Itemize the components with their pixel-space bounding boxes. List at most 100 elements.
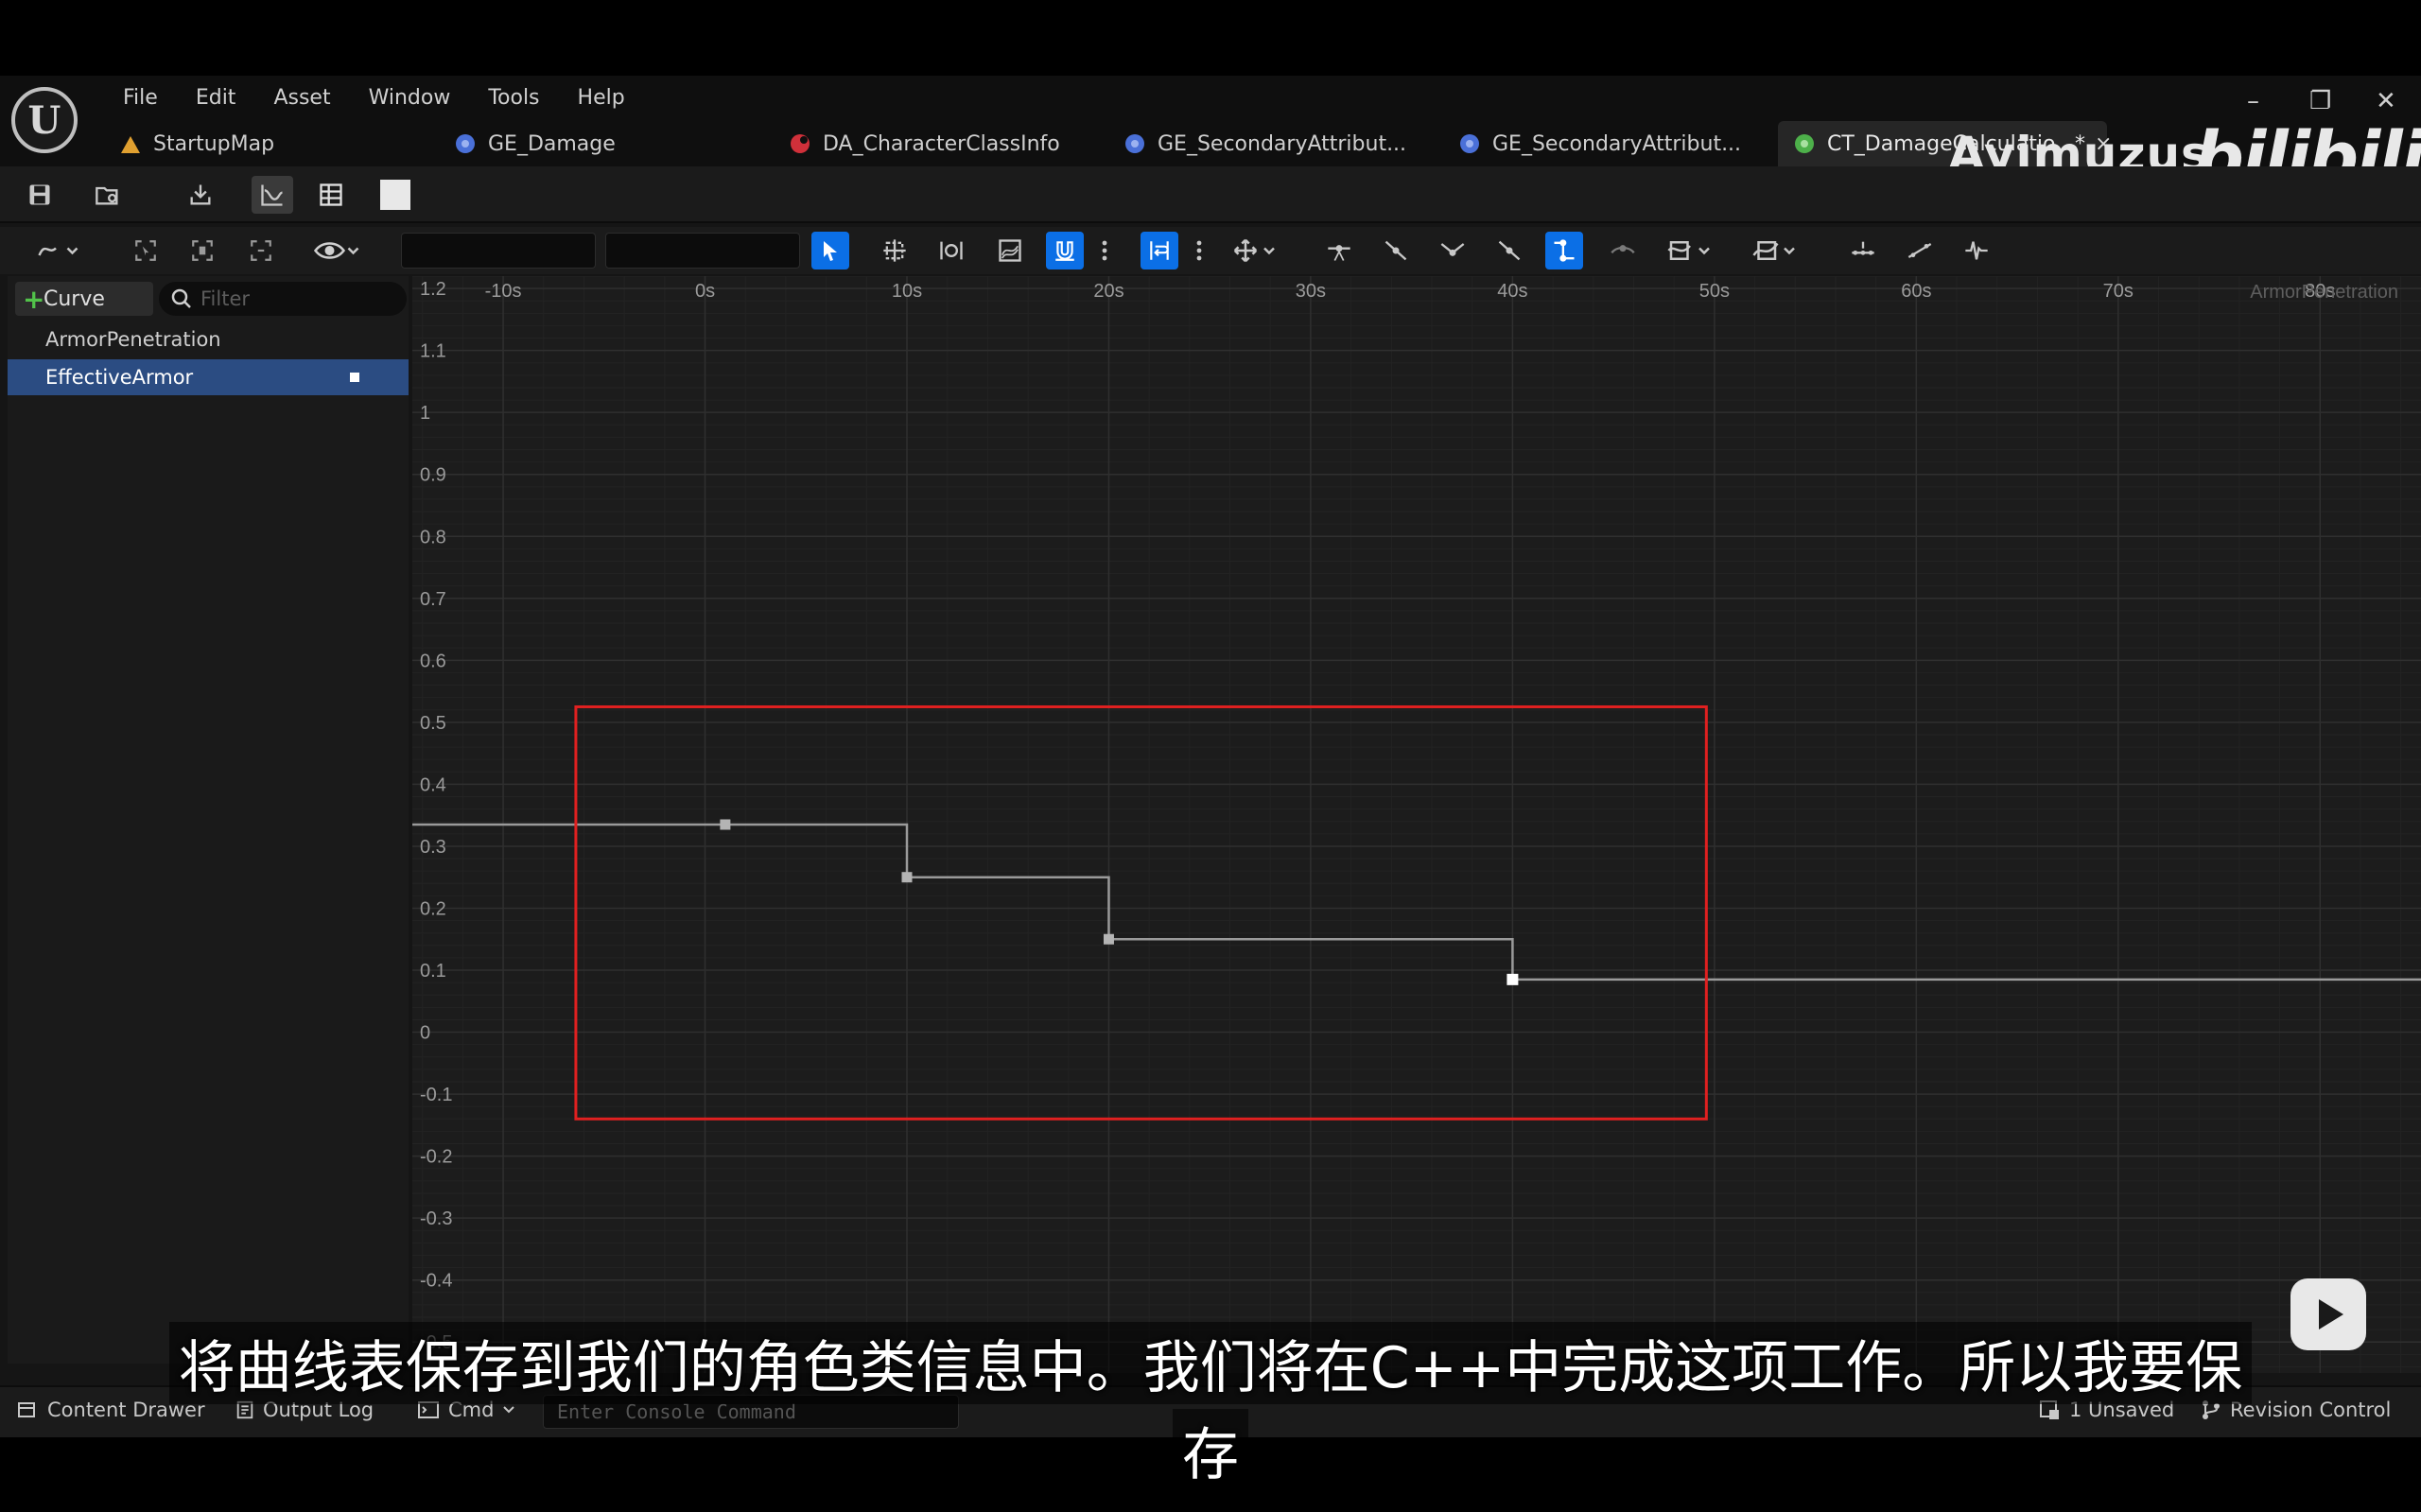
y-tick-label: -0.4 (420, 1271, 452, 1292)
y-tick-label: 1.2 (420, 279, 446, 300)
reimport-button[interactable] (180, 176, 221, 214)
curve-item-armorpenetration[interactable]: ArmorPenetration (8, 322, 409, 357)
curve-color-swatch[interactable] (350, 373, 359, 382)
y-tick-label: 0.6 (420, 651, 446, 671)
import-icon (190, 184, 211, 205)
tab-startupmap[interactable]: StartupMap (104, 121, 439, 166)
menu-help[interactable]: Help (559, 81, 644, 115)
snap-time-button[interactable] (1141, 232, 1178, 269)
flatten-tangent-button[interactable] (1604, 232, 1642, 269)
tab-ge-secondaryattributes-1[interactable]: GE_SecondaryAttribut... (1108, 121, 1443, 166)
magnet-snap-icon (1055, 241, 1074, 261)
color-swatch-button[interactable] (374, 176, 416, 214)
tangent-auto-icon (1328, 245, 1350, 261)
curve-key-point (720, 819, 731, 830)
gameplay-effect-icon (1460, 134, 1479, 153)
user-tangent-button[interactable] (1377, 232, 1415, 269)
value-field[interactable] (605, 233, 800, 269)
filter-placeholder: Filter (200, 287, 251, 310)
filter-keys-button[interactable] (1958, 232, 1995, 269)
curve-wave-icon (38, 247, 78, 256)
pre-infinity-icon (1667, 241, 1710, 260)
table-view-button[interactable] (310, 176, 352, 214)
post-infinity-icon (1752, 241, 1795, 260)
reduce-keys-button[interactable] (1901, 232, 1939, 269)
select-tool-button[interactable] (811, 232, 849, 269)
curve-graph[interactable]: -10s 0s 10s 20s 30s 40s 50s 60s 70s 80s 1.2 1.1 1 0.… (412, 276, 2421, 1373)
transform-tool-button[interactable] (876, 232, 914, 269)
menu-bar: File Edit Asset Window Tools Help (104, 81, 644, 115)
curve-list-panel: + Curve Filter ArmorPenetration Effectiv… (8, 276, 409, 1364)
multi-scale-tool-button[interactable] (991, 232, 1029, 269)
frame-view-button[interactable] (183, 232, 221, 269)
menu-tools[interactable]: Tools (469, 81, 558, 115)
snap-time-options[interactable] (1190, 232, 1209, 269)
linear-tangent-button[interactable] (1490, 232, 1528, 269)
save-button[interactable] (19, 176, 61, 214)
retime-tool-button[interactable] (932, 232, 970, 269)
plus-icon: + (23, 284, 45, 315)
data-asset-icon (791, 134, 810, 153)
menu-window[interactable]: Window (350, 81, 470, 115)
video-play-icon[interactable] (2290, 1278, 2366, 1350)
tab-ge-damage[interactable]: GE_Damage (439, 121, 774, 166)
menu-asset[interactable]: Asset (254, 81, 349, 115)
curve-view-button[interactable] (252, 176, 293, 214)
pre-infinity-dropdown[interactable] (1661, 232, 1719, 269)
subtitle-line-2: 存 (0, 1409, 2421, 1491)
close-window-button[interactable]: ✕ (2376, 87, 2396, 115)
y-tick-label: -0.1 (420, 1085, 452, 1105)
filter-curve-icon (1965, 241, 1988, 260)
add-curve-label: Curve (44, 287, 105, 311)
tab-ge-secondaryattributes-2[interactable]: GE_SecondaryAttribut... (1443, 121, 1778, 166)
snap-value-options[interactable] (1095, 232, 1114, 269)
frame-all-icon (251, 240, 271, 261)
document-tabs: StartupMap GE_Damage DA_CharacterClassIn… (104, 121, 2112, 166)
axis-snapping-dropdown[interactable] (1226, 232, 1284, 269)
curve-key-point (1103, 933, 1114, 945)
constant-tangent-button[interactable] (1545, 232, 1583, 269)
time-value-field[interactable] (401, 233, 596, 269)
curve-filter-input[interactable]: Filter (159, 282, 407, 316)
curve-graph-canvas[interactable]: -10s 0s 10s 20s 30s 40s 50s 60s 70s 80s 1.21.110.… (412, 276, 2421, 1373)
curve-item-effectivearmor[interactable]: EffectiveArmor (8, 359, 409, 395)
search-icon (171, 288, 191, 308)
subtitle-text: 将曲线表保存到我们的角色类信息中。我们将在C++中完成这项工作。所以我要保 (168, 1322, 2253, 1404)
frame-view-icon (192, 240, 213, 261)
x-tick-label: 10s (892, 281, 922, 302)
add-curve-button[interactable]: + Curve (15, 282, 153, 316)
level-icon (121, 136, 140, 153)
gameplay-effect-icon (1125, 134, 1144, 153)
bake-button[interactable] (1844, 232, 1882, 269)
y-tick-label: 0.4 (420, 774, 446, 795)
subtitle-line-1: 将曲线表保存到我们的角色类信息中。我们将在C++中完成这项工作。所以我要保 (0, 1322, 2421, 1404)
unreal-logo-icon[interactable]: U (11, 87, 78, 153)
snap-time-icon (1150, 241, 1169, 260)
tab-da-characterclassinfo[interactable]: DA_CharacterClassInfo (774, 121, 1108, 166)
break-tangent-button[interactable] (1434, 232, 1472, 269)
y-tick-label: 1.1 (420, 341, 446, 362)
tangent-flatten-icon (1611, 245, 1635, 254)
menu-file[interactable]: File (104, 81, 177, 115)
tangent-linear-icon (1498, 240, 1521, 261)
curve-graph-icon (261, 184, 283, 206)
curve-editor-toolbar (0, 227, 2421, 274)
snap-value-button[interactable] (1046, 232, 1084, 269)
curve-key-point (901, 872, 913, 883)
y-tick-label: 1 (420, 403, 430, 424)
auto-tangent-button[interactable] (1320, 232, 1358, 269)
frame-all-button[interactable] (242, 232, 280, 269)
menu-edit[interactable]: Edit (177, 81, 255, 115)
frame-selection-button[interactable] (127, 232, 165, 269)
y-tick-label: 0.2 (420, 898, 446, 919)
browse-button[interactable] (87, 176, 129, 214)
curve-item-label: EffectiveArmor (45, 366, 194, 389)
restore-button[interactable]: ❐ (2309, 87, 2331, 115)
visibility-dropdown[interactable] (306, 232, 367, 269)
curve-view-mode-dropdown[interactable] (30, 232, 91, 269)
minimize-button[interactable]: – (2247, 87, 2259, 115)
more-vertical-icon (1196, 240, 1202, 261)
y-tick-label: 0.1 (420, 961, 446, 982)
graph-curve-name-label: ArmorPenetration (2250, 282, 2398, 303)
post-infinity-dropdown[interactable] (1746, 232, 1804, 269)
